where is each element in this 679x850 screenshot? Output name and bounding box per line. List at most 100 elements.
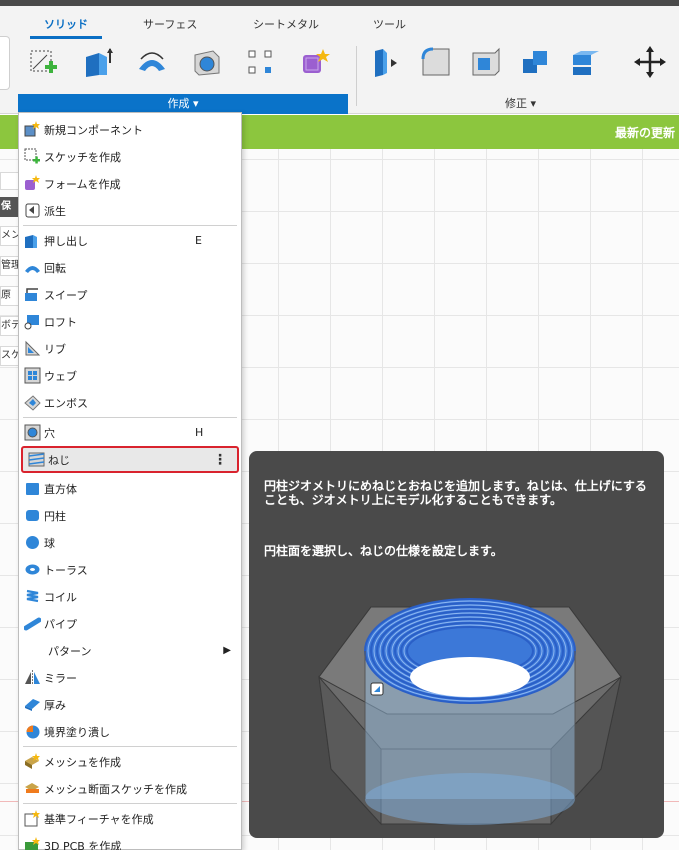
hole-icon bbox=[23, 424, 41, 442]
menu-item-rib[interactable]: リブ bbox=[19, 335, 241, 362]
ribbon-separator bbox=[356, 46, 357, 106]
box-icon bbox=[23, 480, 41, 498]
loft-icon bbox=[23, 313, 41, 331]
menu-separator bbox=[23, 225, 237, 226]
menu-item-mesh-section-sketch[interactable]: メッシュ断面スケッチを作成 bbox=[19, 775, 241, 802]
menu-item-loft[interactable]: ロフト bbox=[19, 308, 241, 335]
menu-item-derive[interactable]: 派生 bbox=[19, 197, 241, 224]
browser-item-manage[interactable]: 管理 bbox=[0, 256, 20, 276]
menu-item-pipe[interactable]: パイプ bbox=[19, 610, 241, 637]
menu-item-new-component[interactable]: 新規コンポーネント bbox=[19, 116, 241, 143]
combine-icon bbox=[523, 51, 547, 73]
rib-icon bbox=[23, 340, 41, 358]
extrude-icon bbox=[86, 48, 113, 77]
extrude-tool[interactable] bbox=[80, 44, 116, 80]
pattern-tool[interactable] bbox=[242, 44, 278, 80]
menu-item-sphere[interactable]: 球 bbox=[19, 529, 241, 556]
more-options-icon[interactable]: ⋮ bbox=[213, 452, 227, 468]
create-group-dropdown[interactable]: 作成 ▾ bbox=[18, 94, 348, 114]
shell-icon bbox=[472, 47, 500, 76]
menu-item-coil[interactable]: コイル bbox=[19, 583, 241, 610]
create-form-tool[interactable] bbox=[296, 44, 332, 80]
fillet-icon bbox=[421, 47, 450, 76]
menu-item-thread[interactable]: ねじ ⋮ bbox=[21, 446, 239, 473]
thread-icon bbox=[27, 451, 45, 469]
hole-tool[interactable] bbox=[188, 44, 224, 80]
menu-item-create-form[interactable]: フォームを作成 bbox=[19, 170, 241, 197]
browser-item-save[interactable]: 保 bbox=[0, 197, 20, 217]
create-sketch-tool[interactable] bbox=[26, 44, 62, 80]
hole-icon bbox=[194, 50, 220, 76]
thread-tooltip: 円柱ジオメトリにめねじとおねじを追加します。ねじは、仕上げにすることも、ジオメト… bbox=[249, 451, 664, 838]
thicken-icon bbox=[23, 696, 41, 714]
pattern-icon bbox=[23, 642, 41, 660]
create-mesh-icon bbox=[23, 753, 41, 771]
sweep-icon bbox=[23, 286, 41, 304]
menu-item-web[interactable]: ウェブ bbox=[19, 362, 241, 389]
mesh-section-sketch-icon bbox=[23, 780, 41, 798]
menu-item-cylinder[interactable]: 円柱 bbox=[19, 502, 241, 529]
create-form-icon bbox=[23, 175, 41, 193]
press-pull-tool[interactable] bbox=[368, 44, 404, 80]
modify-group-dropdown[interactable]: 修正 ▾ bbox=[362, 94, 679, 114]
revolve-icon bbox=[23, 259, 41, 277]
tab-solid[interactable]: ソリッド bbox=[44, 16, 88, 32]
browser-item-member[interactable]: メン bbox=[0, 226, 20, 246]
combine-tool[interactable] bbox=[518, 44, 554, 80]
menu-item-hole[interactable]: 穴 H bbox=[19, 419, 241, 446]
menu-item-emboss[interactable]: エンボス bbox=[19, 389, 241, 416]
cylinder-icon bbox=[23, 507, 41, 525]
extrude-icon bbox=[23, 232, 41, 250]
menu-item-mirror[interactable]: ミラー bbox=[19, 664, 241, 691]
menu-item-create-mesh[interactable]: メッシュを作成 bbox=[19, 748, 241, 775]
threaded-nut-illustration bbox=[318, 598, 622, 826]
tooltip-description: 円柱ジオメトリにめねじとおねじを追加します。ねじは、仕上げにすることも、ジオメト… bbox=[264, 479, 647, 507]
browser-item-sketches[interactable]: スケ bbox=[0, 346, 20, 366]
pcb-icon bbox=[23, 837, 41, 850]
emboss-icon bbox=[23, 394, 41, 412]
menu-item-sweep[interactable]: スイープ bbox=[19, 281, 241, 308]
move-tool[interactable] bbox=[632, 44, 668, 80]
revolve-icon bbox=[139, 52, 165, 71]
menu-separator bbox=[23, 746, 237, 747]
ribbon-left-stub bbox=[0, 36, 10, 90]
move-icon bbox=[634, 46, 666, 78]
browser-panel-stub bbox=[0, 172, 20, 190]
pattern-icon bbox=[248, 50, 272, 74]
shell-tool[interactable] bbox=[468, 44, 504, 80]
menu-item-base-feature[interactable]: 基準フィーチャを作成 bbox=[19, 805, 241, 832]
notification-text[interactable]: 最新の更新 bbox=[615, 124, 675, 141]
tab-surface[interactable]: サーフェス bbox=[143, 16, 197, 32]
menu-item-3d-pcb[interactable]: 3D PCB を作成 bbox=[19, 832, 241, 850]
offset-face-icon bbox=[573, 51, 599, 75]
offset-face-tool[interactable] bbox=[568, 44, 604, 80]
create-sketch-icon bbox=[23, 148, 41, 166]
menu-item-pattern[interactable]: パターン ▶ bbox=[19, 637, 241, 664]
mirror-icon bbox=[23, 669, 41, 687]
menu-item-boundary-fill[interactable]: 境界塗り潰し bbox=[19, 718, 241, 745]
fillet-tool[interactable] bbox=[418, 44, 454, 80]
menu-item-box[interactable]: 直方体 bbox=[19, 475, 241, 502]
menu-item-revolve[interactable]: 回転 bbox=[19, 254, 241, 281]
menu-item-extrude[interactable]: 押し出し E bbox=[19, 227, 241, 254]
create-form-icon bbox=[303, 49, 330, 73]
torus-icon bbox=[23, 561, 41, 579]
revolve-tool[interactable] bbox=[134, 44, 170, 80]
menu-item-create-sketch[interactable]: スケッチを作成 bbox=[19, 143, 241, 170]
browser-item-origin[interactable]: 原 bbox=[0, 286, 20, 306]
press-pull-icon bbox=[375, 49, 397, 77]
tab-sheet-metal[interactable]: シートメタル bbox=[253, 16, 319, 32]
menu-item-torus[interactable]: トーラス bbox=[19, 556, 241, 583]
pipe-icon bbox=[23, 615, 41, 633]
ribbon-tabs: ソリッド サーフェス シートメタル ツール bbox=[0, 14, 679, 39]
submenu-arrow-icon: ▶ bbox=[223, 645, 231, 656]
derive-icon bbox=[23, 202, 41, 220]
browser-item-bodies[interactable]: ボデ bbox=[0, 316, 20, 336]
create-sketch-icon bbox=[30, 50, 57, 73]
coil-icon bbox=[23, 588, 41, 606]
menu-item-thicken[interactable]: 厚み bbox=[19, 691, 241, 718]
toolbar-ribbon: ソリッド サーフェス シートメタル ツール 作成 ▾ 修正 ▾ bbox=[0, 6, 679, 114]
web-icon bbox=[23, 367, 41, 385]
menu-separator bbox=[23, 803, 237, 804]
tab-tools[interactable]: ツール bbox=[373, 16, 406, 32]
